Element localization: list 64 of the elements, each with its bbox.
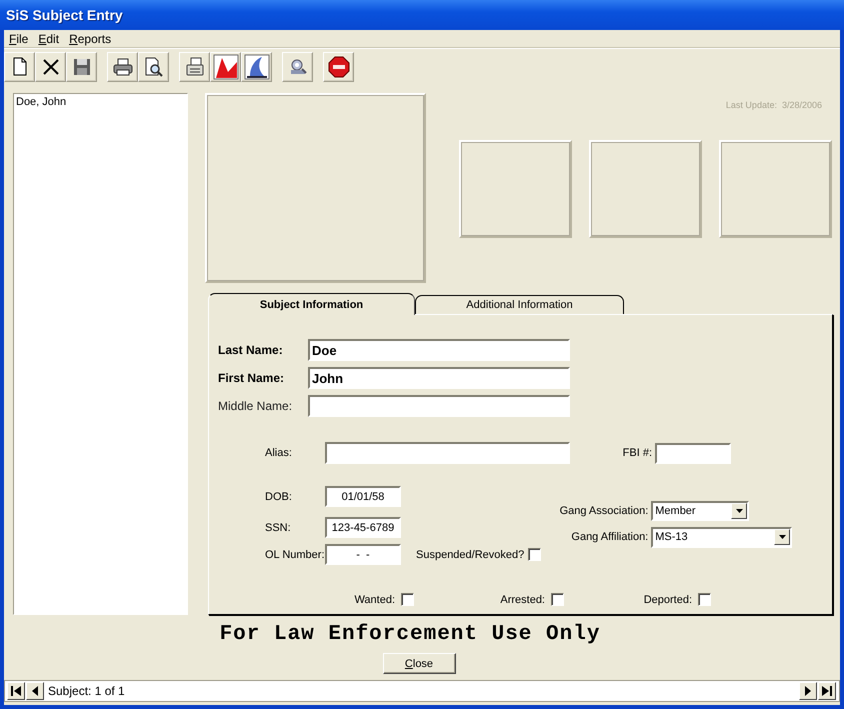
toolbar-button[interactable] <box>323 52 354 82</box>
field-label: DOB: <box>265 490 293 502</box>
field-label: First Name: <box>217 371 286 385</box>
previous-record-button[interactable] <box>26 682 44 700</box>
toolbar-button[interactable] <box>241 52 272 82</box>
field-label: Middle Name: <box>217 399 294 413</box>
new-document-icon <box>10 56 28 76</box>
input-field[interactable]: Doe <box>308 339 570 361</box>
tab[interactable]: Subject Information <box>208 293 415 315</box>
field-label: Gang Affiliation: <box>570 531 648 543</box>
input-field[interactable]: 123-45-6789 <box>325 517 401 538</box>
field-label: Alias: <box>264 447 293 459</box>
field-label: Arrested: <box>500 594 545 606</box>
list-item[interactable]: Doe, John <box>16 96 185 108</box>
skip-back-icon <box>11 686 21 696</box>
stop-sign-icon <box>328 56 350 78</box>
checkbox[interactable] <box>698 593 711 606</box>
toolbar-button[interactable] <box>35 52 66 82</box>
input-field[interactable]: 01/01/58 <box>325 486 401 507</box>
input-field[interactable]: - - <box>325 544 401 565</box>
fax-machine-icon <box>184 56 204 76</box>
dropdown[interactable]: MS-13 <box>651 526 792 548</box>
printer-icon <box>112 58 132 76</box>
last-record-button[interactable] <box>818 682 836 700</box>
close-button[interactable]: Close <box>382 653 456 674</box>
dropdown[interactable]: Member <box>651 501 750 521</box>
last-update-text: Last Update: 3/28/2006 <box>726 100 822 110</box>
toolbar-button[interactable] <box>179 52 210 82</box>
sail-chart-icon <box>244 54 270 80</box>
field-label: Wanted: <box>354 594 395 606</box>
left-triangle-icon <box>30 686 40 696</box>
record-count: Subject: 1 of 1 <box>48 684 126 698</box>
input-field[interactable]: John <box>308 367 570 389</box>
input-field[interactable] <box>308 395 570 417</box>
field-label: FBI #: <box>622 447 652 459</box>
right-triangle-icon <box>803 686 813 696</box>
print-preview-icon <box>144 56 164 76</box>
menu-item[interactable]: File <box>5 32 34 46</box>
notice-text: For Law Enforcement Use Only <box>218 623 602 648</box>
next-record-button[interactable] <box>799 682 817 700</box>
field-label: SSN: <box>265 522 292 534</box>
input-field[interactable] <box>655 442 731 464</box>
window-title: SiS Subject Entry <box>6 7 123 23</box>
toolbar-button[interactable] <box>4 52 35 82</box>
toolbar-button[interactable] <box>66 52 97 82</box>
delete-icon <box>42 58 60 76</box>
field-label: Last Name: <box>217 343 284 357</box>
toolbar-button[interactable] <box>138 52 169 82</box>
tab[interactable]: Additional Information <box>415 295 624 314</box>
input-field[interactable] <box>325 442 570 464</box>
first-record-button[interactable] <box>7 682 25 700</box>
field-label: OL Number: <box>265 548 325 560</box>
skip-forward-icon <box>822 686 832 696</box>
toolbar-button[interactable] <box>282 52 313 82</box>
checkbox[interactable] <box>528 548 542 561</box>
checkbox[interactable] <box>551 593 564 606</box>
field-label: Suspended/Revoked? <box>416 548 524 560</box>
document-icon <box>212 54 238 80</box>
toolbar-button[interactable] <box>107 52 138 82</box>
menu-item[interactable]: Reports <box>65 32 118 46</box>
checkbox[interactable] <box>401 593 414 606</box>
field-label: Gang Association: <box>558 505 648 517</box>
field-label: Deported: <box>644 594 692 606</box>
menu-item[interactable]: Edit <box>34 32 66 46</box>
